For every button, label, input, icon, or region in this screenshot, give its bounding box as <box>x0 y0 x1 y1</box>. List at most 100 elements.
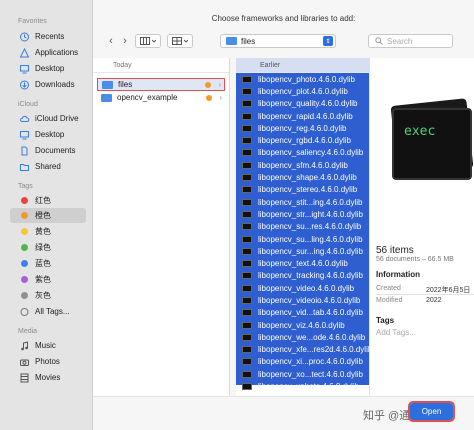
bottom-bar: 知乎 @通阳丘湾 Open <box>93 396 474 430</box>
sidebar-tag-green[interactable]: 绿色 <box>10 240 86 255</box>
file-row[interactable]: libopencv_xi...proc.4.6.0.dylib <box>236 356 369 368</box>
file-row[interactable]: libopencv_quality.4.6.0.dylib <box>236 98 369 110</box>
file-name: libopencv_rgbd.4.6.0.dylib <box>258 136 351 146</box>
sidebar-tag-yellow[interactable]: 黄色 <box>10 224 86 239</box>
dylib-file-icon <box>242 260 252 268</box>
file-name: libopencv_videoio.4.6.0.dylib <box>258 295 361 305</box>
file-row[interactable]: libopencv_vid...tab.4.6.0.dylib <box>236 307 369 319</box>
sidebar-item-documents[interactable]: Documents <box>10 143 86 158</box>
file-row[interactable]: libopencv_videoio.4.6.0.dylib <box>236 294 369 306</box>
dylib-file-icon <box>242 296 252 304</box>
file-row[interactable]: libopencv_we...ode.4.6.0.dylib <box>236 331 369 343</box>
dylib-file-icon <box>242 333 252 341</box>
dylib-file-icon <box>242 235 252 243</box>
file-row[interactable]: libopencv_text.4.6.0.dylib <box>236 257 369 269</box>
sidebar-tag-purple[interactable]: 紫色 <box>10 272 86 287</box>
file-row[interactable]: libopencv_su...res.4.6.0.dylib <box>236 221 369 233</box>
file-row[interactable]: libopencv_str...ight.4.6.0.dylib <box>236 208 369 220</box>
file-name: libopencv_xi...proc.4.6.0.dylib <box>258 357 363 367</box>
sidebar-item-movies[interactable]: Movies <box>10 370 86 385</box>
sidebar-tag-blue[interactable]: 蓝色 <box>10 256 86 271</box>
file-name: libopencv_video.4.6.0.dylib <box>258 283 355 293</box>
list-item-opencv-example[interactable]: opencv_example › <box>97 91 225 104</box>
file-row[interactable]: libopencv_saliency.4.6.0.dylib <box>236 147 369 159</box>
file-row[interactable]: libopencv_tracking.4.6.0.dylib <box>236 270 369 282</box>
search-field[interactable]: Search <box>368 34 453 48</box>
file-row[interactable]: libopencv_photo.4.6.0.dylib <box>236 73 369 85</box>
folder-icon <box>101 93 112 102</box>
file-row[interactable]: libopencv_stit...ing.4.6.0.dylib <box>236 196 369 208</box>
sidebar-item-label: Shared <box>35 162 61 171</box>
file-row[interactable]: libopencv_stereo.4.6.0.dylib <box>236 184 369 196</box>
file-name: libopencv_stit...ing.4.6.0.dylib <box>258 197 363 207</box>
file-name: libopencv_tracking.4.6.0.dylib <box>258 271 363 281</box>
add-tags-field[interactable]: Add Tags... <box>376 328 416 337</box>
group-by-button[interactable] <box>167 34 193 48</box>
file-name: libopencv_shape.4.6.0.dylib <box>258 173 357 183</box>
back-button[interactable]: ‹ <box>105 35 117 47</box>
sidebar-item-label: Recents <box>35 32 65 41</box>
file-row[interactable]: libopencv_reg.4.6.0.dylib <box>236 122 369 134</box>
file-row[interactable]: libopencv_rgbd.4.6.0.dylib <box>236 134 369 146</box>
file-row[interactable]: libopencv_xo...tect.4.6.0.dylib <box>236 368 369 380</box>
tag-color-dot <box>20 228 28 235</box>
view-columns-button[interactable] <box>135 34 161 48</box>
sidebar-item-label: 黄色 <box>35 227 51 236</box>
folder-icon <box>102 80 113 89</box>
dylib-file-icon <box>242 161 252 169</box>
file-row[interactable]: libopencv_su...ling.4.6.0.dylib <box>236 233 369 245</box>
sidebar-item-icloud-drive[interactable]: iCloud Drive <box>10 111 86 126</box>
sidebar-tag-gray[interactable]: 灰色 <box>10 288 86 303</box>
sidebar-item-label: Documents <box>35 146 76 155</box>
file-name: libopencv_photo.4.6.0.dylib <box>258 74 355 84</box>
file-row[interactable]: libopencv_video.4.6.0.dylib <box>236 282 369 294</box>
file-row[interactable]: libopencv_viz.4.6.0.dylib <box>236 319 369 331</box>
file-row[interactable]: libopencv_xphoto.4.6.0.dylib <box>236 380 369 392</box>
search-placeholder: Search <box>387 36 413 46</box>
file-name: libopencv_stereo.4.6.0.dylib <box>258 185 358 195</box>
created-label: Created <box>376 285 401 292</box>
icloud-section-label: iCloud <box>18 101 38 108</box>
forward-button[interactable]: › <box>119 35 131 47</box>
sidebar-item-label: Applications <box>35 48 79 57</box>
tag-orange-dot <box>205 81 211 88</box>
sidebar-item-label: 橙色 <box>35 211 51 220</box>
list-item-files[interactable]: files › <box>97 78 225 91</box>
location-popup[interactable]: files ⇕ <box>220 34 336 48</box>
dylib-file-icon <box>242 358 252 366</box>
sidebar-item-shared[interactable]: Shared <box>10 159 86 174</box>
file-name: libopencv_quality.4.6.0.dylib <box>258 99 358 109</box>
file-row[interactable]: libopencv_sfm.4.6.0.dylib <box>236 159 369 171</box>
file-row[interactable]: libopencv_shape.4.6.0.dylib <box>236 171 369 183</box>
file-row[interactable]: libopencv_rapid.4.6.0.dylib <box>236 110 369 122</box>
open-button[interactable]: Open <box>408 401 455 422</box>
dylib-file-icon <box>242 198 252 206</box>
sidebar-item-icloud-desktop[interactable]: Desktop <box>10 127 86 142</box>
dylib-file-icon <box>242 174 252 182</box>
file-name: libopencv_we...ode.4.6.0.dylib <box>258 332 366 342</box>
dylib-file-icon <box>242 87 252 95</box>
sidebar-item-label: 灰色 <box>35 291 51 300</box>
sidebar-item-label: 绿色 <box>35 243 51 252</box>
sidebar-item-music[interactable]: Music <box>10 338 86 353</box>
sidebar-item-desktop[interactable]: Desktop <box>10 61 86 76</box>
dylib-file-icon <box>242 112 252 120</box>
chevron-updown-icon: ⇕ <box>323 36 333 46</box>
downloads-icon <box>18 80 30 90</box>
file-row[interactable]: libopencv_sur...ing.4.6.0.dylib <box>236 245 369 257</box>
dylib-file-icon <box>242 210 252 218</box>
dylib-file-icon <box>242 346 252 354</box>
file-name: libopencv_sfm.4.6.0.dylib <box>258 160 348 170</box>
file-row[interactable]: libopencv_plot.4.6.0.dylib <box>236 85 369 97</box>
file-row[interactable]: libopencv_xfe...res2d.4.6.0.dylib <box>236 344 369 356</box>
tag-orange-dot <box>206 94 212 101</box>
dialog-title: Choose frameworks and libraries to add: <box>211 14 356 23</box>
sidebar-item-recents[interactable]: Recents <box>10 29 86 44</box>
modified-value: 2022 <box>426 297 442 304</box>
sidebar-item-applications[interactable]: Applications <box>10 45 86 60</box>
sidebar-item-downloads[interactable]: Downloads <box>10 77 86 92</box>
sidebar-tag-orange[interactable]: 橙色 <box>10 208 86 223</box>
sidebar-item-photos[interactable]: Photos <box>10 354 86 369</box>
sidebar-all-tags[interactable]: All Tags... <box>10 304 86 319</box>
sidebar-tag-red[interactable]: 红色 <box>10 193 86 208</box>
